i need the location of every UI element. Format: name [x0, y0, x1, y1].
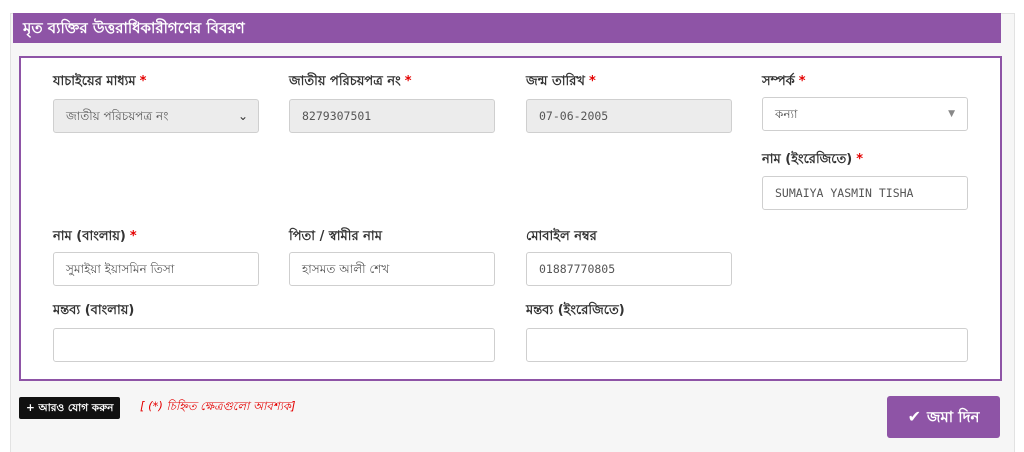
name-bn-input[interactable]: সুমাইয়া ইয়াসমিন তিসা	[53, 252, 259, 286]
chevron-down-icon: ⌄	[237, 109, 248, 123]
mobile-label: মোবাইল নম্বর	[526, 229, 597, 244]
name-en-input[interactable]: SUMAIYA YASMIN TISHA	[762, 176, 968, 210]
submit-label: জমা দিন	[926, 408, 980, 426]
father-husband-input[interactable]: হাসমত আলী শেখ	[289, 252, 495, 286]
relation-select[interactable]: কন্যা ▼	[762, 97, 968, 131]
caret-down-icon: ▼	[948, 109, 955, 119]
remarks-bn-input[interactable]	[53, 328, 495, 362]
nid-input[interactable]: 8279307501	[289, 99, 495, 133]
section-title: মৃত ব্যক্তির উত্তরাধিকারীগণের বিবরণ	[13, 13, 1001, 43]
heir-form: যাচাইয়ের মাধ্যম * জাতীয় পরিচয়পত্র নং * …	[19, 56, 1002, 381]
remarks-en-input[interactable]	[526, 328, 968, 362]
remarks-bn-label: মন্তব্য (বাংলায়)	[53, 303, 135, 318]
dob-input[interactable]: 07-06-2005	[526, 99, 732, 133]
name-bn-label: নাম (বাংলায়) *	[53, 229, 137, 244]
relation-label: সম্পর্ক *	[762, 74, 806, 89]
check-icon: ✔	[907, 407, 921, 426]
add-more-button[interactable]: + আরও যোগ করুন	[19, 397, 121, 419]
name-en-label: নাম (ইংরেজিতে) *	[762, 152, 864, 167]
remarks-en-label: মন্তব্য (ইংরেজিতে)	[526, 303, 625, 318]
verification-method-label: যাচাইয়ের মাধ্যম *	[53, 74, 147, 89]
nid-label: জাতীয় পরিচয়পত্র নং *	[289, 74, 412, 89]
verification-method-select[interactable]: জাতীয় পরিচয়পত্র নং ⌄	[53, 99, 259, 133]
submit-button[interactable]: ✔ জমা দিন	[887, 396, 1000, 438]
required-fields-note: [ (*) চিহ্নিত ক্ষেত্রগুলো আবশ্যক]	[140, 399, 296, 413]
father-husband-label: পিতা / স্বামীর নাম	[289, 229, 382, 244]
mobile-input[interactable]: 01887770805	[526, 252, 732, 286]
dob-label: জন্ম তারিখ *	[526, 74, 596, 89]
